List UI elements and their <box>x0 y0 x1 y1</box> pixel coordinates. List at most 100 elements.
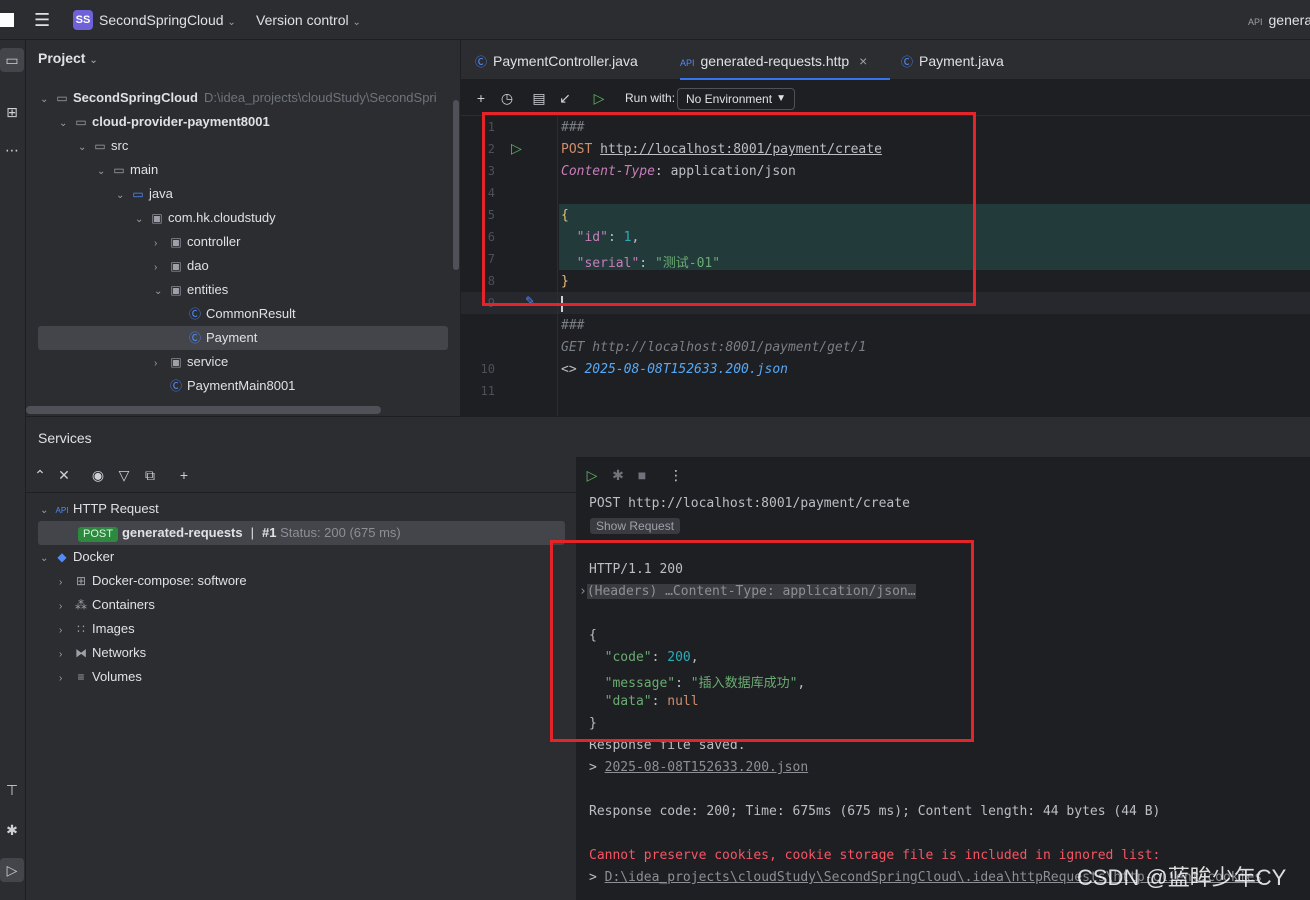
tab-label: PaymentController.java <box>493 53 638 69</box>
add-service-icon[interactable]: + <box>174 465 194 485</box>
tree-item-volumes[interactable]: › ≡ Volumes <box>59 665 142 689</box>
tab-generated-requests[interactable]: API generated-requests.http × <box>680 40 890 80</box>
main-menu-icon[interactable]: ☰ <box>34 0 50 40</box>
class-icon: Ⓒ <box>188 331 201 345</box>
show-eye-icon[interactable]: ◉ <box>88 465 108 485</box>
saved-file-link[interactable]: 2025-08-08T152633.200.json <box>605 760 809 775</box>
class-icon: Ⓒ <box>188 307 201 321</box>
run-with-label: Run with: <box>625 91 676 105</box>
add-request-icon[interactable]: + <box>471 88 491 108</box>
debug-bug-icon[interactable]: ✱ <box>608 465 628 485</box>
filter-icon[interactable]: ▽ <box>114 465 134 485</box>
stop-icon[interactable]: ■ <box>632 465 652 485</box>
line-number: 11 <box>480 384 495 398</box>
rerun-icon[interactable]: ▷ <box>582 465 602 485</box>
chevron-down-icon: ⌄ <box>352 17 361 28</box>
horizontal-scrollbar[interactable] <box>26 406 381 414</box>
tree-item-request-run[interactable]: POST generated-requests | #1 Status: 200 (6… <box>78 521 401 545</box>
tree-item-dao[interactable]: › ▣ dao <box>154 254 209 278</box>
tree-item-root[interactable]: ⌄ ▭ SecondSpringCloud D:\idea_projects\clou… <box>40 86 437 110</box>
expand-all-icon[interactable]: ⌃ <box>30 465 50 485</box>
package-icon: ▣ <box>170 259 182 273</box>
environment-select[interactable]: No Environment ▼ <box>677 88 795 110</box>
tree-item-label: Networks <box>92 645 147 660</box>
highlight-box-response <box>550 540 974 742</box>
chevron-right-icon: › <box>154 358 158 369</box>
tree-item-payment[interactable]: Ⓒ Payment <box>173 326 257 350</box>
services-tree-toolbar: ⌃ ✕ ◉ ▽ ⧉ + <box>26 457 576 493</box>
examples-icon[interactable]: ▤ <box>529 88 549 108</box>
tree-item-label: entities <box>187 282 229 297</box>
tree-item-service[interactable]: › ▣ service <box>154 350 228 374</box>
chevron-down-icon: ⌄ <box>97 166 106 177</box>
watermark: CSDN @蓝眸少年CY <box>1077 865 1287 890</box>
structure-icon[interactable]: ⊞ <box>0 100 24 124</box>
more-options-icon[interactable]: ⋮ <box>666 465 686 485</box>
package-icon: ▣ <box>170 355 182 369</box>
tree-item-main-class[interactable]: Ⓒ PaymentMain8001 <box>154 374 295 398</box>
more-icon[interactable]: ⋯ <box>0 138 24 162</box>
project-folder-icon[interactable]: ▭ <box>0 48 24 72</box>
environment-value: No Environment <box>686 92 773 106</box>
tree-item-module[interactable]: ⌄ ▭ cloud-provider-payment8001 <box>59 110 270 134</box>
services-header: Services <box>26 416 1310 457</box>
tree-item-label: PaymentMain8001 <box>187 378 296 393</box>
new-tab-icon[interactable]: ⧉ <box>140 465 160 485</box>
tree-item-label: controller <box>187 234 241 249</box>
http-api-icon: API <box>55 506 69 515</box>
chevron-down-icon: ⌄ <box>135 214 144 225</box>
services-icon[interactable]: ▷ <box>0 858 24 882</box>
vcs-menu[interactable]: Version control ⌄ <box>256 0 361 40</box>
tree-item-entities[interactable]: ⌄ ▣ entities <box>154 278 228 302</box>
show-request-button[interactable]: Show Request <box>590 518 681 534</box>
tab-payment[interactable]: Ⓒ Payment.java <box>901 40 1004 80</box>
package-icon: ▣ <box>170 283 182 297</box>
vertical-scrollbar[interactable] <box>453 100 459 270</box>
tree-item-networks[interactable]: › ⧓ Networks <box>59 641 146 665</box>
tree-item-images[interactable]: › ∷ Images <box>59 617 135 641</box>
tab-payment-controller[interactable]: Ⓒ PaymentController.java <box>475 40 638 80</box>
code-line: <> 2025-08-08T152633.200.json <box>561 362 788 377</box>
history-icon[interactable]: ◷ <box>497 88 517 108</box>
tree-item-label: Payment <box>206 330 258 345</box>
tree-item-commonresult[interactable]: Ⓒ CommonResult <box>173 302 296 326</box>
module-folder-icon: ▭ <box>56 91 68 105</box>
tree-item-path: D:\idea_projects\cloudStudy\SecondSpri <box>203 90 437 105</box>
chevron-down-icon: ⌄ <box>89 55 98 66</box>
tree-item-controller[interactable]: › ▣ controller <box>154 230 240 254</box>
tree-item-containers[interactable]: › ⁂ Containers <box>59 593 155 617</box>
tree-item-docker-compose[interactable]: › ⊞ Docker-compose: softwore <box>59 569 247 593</box>
run-config-selector[interactable]: API genera <box>1248 0 1310 40</box>
collapse-all-icon[interactable]: ✕ <box>54 465 74 485</box>
tree-item-label: service <box>187 354 229 369</box>
folder-icon: ▭ <box>113 163 125 177</box>
run-all-icon[interactable]: ▷ <box>589 88 609 108</box>
chevron-down-icon: ⌄ <box>40 94 49 105</box>
tree-item-label: SecondSpringCloud <box>73 90 198 105</box>
tree-item-main[interactable]: ⌄ ▭ main <box>97 158 158 182</box>
tree-item-src[interactable]: ⌄ ▭ src <box>78 134 128 158</box>
source-folder-icon: ▭ <box>132 187 144 201</box>
vcs-label: Version control <box>256 12 349 28</box>
response-summary: Response code: 200; Time: 675ms (675 ms)… <box>589 804 1161 819</box>
tree-item-java[interactable]: ⌄ ▭ java <box>116 182 173 206</box>
saved-file-prefix: > <box>589 760 605 775</box>
networks-icon: ⧓ <box>75 646 87 660</box>
close-icon[interactable]: × <box>859 53 867 69</box>
http-toolbar: + ◷ ▤ ↙ ▷ Run with: No Environment ▼ <box>461 80 1310 116</box>
tree-item-http-request[interactable]: ⌄ API HTTP Request <box>40 497 159 521</box>
build-hammer-icon[interactable]: ⊤ <box>0 778 24 802</box>
debug-bug-icon[interactable]: ✱ <box>0 818 24 842</box>
request-name: generated-requests <box>121 525 243 540</box>
run-config-label: genera <box>1268 12 1310 28</box>
cookie-path-prefix: > <box>589 870 605 885</box>
project-panel-header[interactable]: Project ⌄ <box>38 50 98 66</box>
tree-item-docker[interactable]: ⌄ ◆ Docker <box>40 545 114 569</box>
response-file-link[interactable]: 2025-08-08T152633.200.json <box>584 362 788 377</box>
import-icon[interactable]: ↙ <box>555 88 575 108</box>
console-toolbar: ▷ ✱ ■ ⋮ <box>578 457 1310 493</box>
tree-item-package[interactable]: ⌄ ▣ com.hk.cloudstudy <box>135 206 276 230</box>
project-switcher[interactable]: SecondSpringCloud ⌄ <box>99 0 236 40</box>
volumes-icon: ≡ <box>77 670 85 684</box>
project-panel: Project ⌄ ⌄ ▭ SecondSpringCloud D:\idea_pro… <box>26 40 460 416</box>
